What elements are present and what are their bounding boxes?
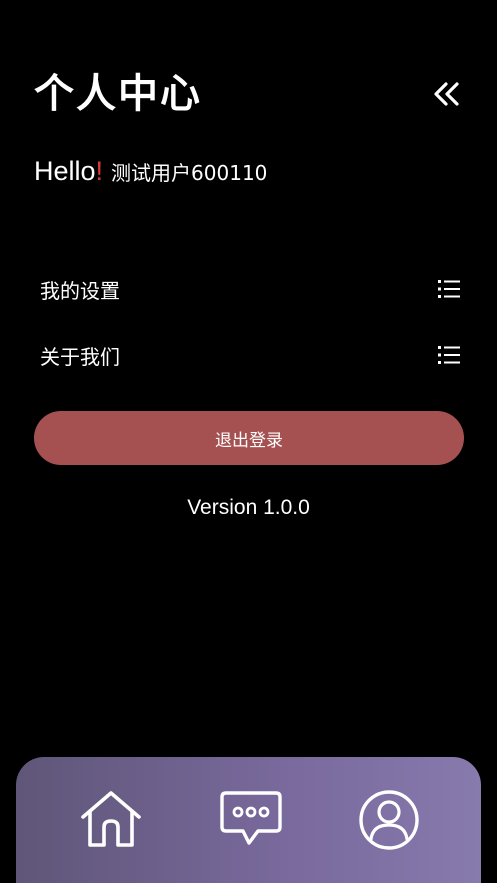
bottom-nav [16,757,481,883]
home-icon[interactable] [78,787,144,853]
greeting-hello: Hello [34,156,96,186]
greeting-exclamation: ! [95,156,104,186]
version-text: Version 1.0.0 [187,496,310,519]
page-title: 个人中心 [34,71,202,117]
username: 测试用户600110 [111,161,268,185]
logout-button[interactable]: 退出登录 [34,411,464,465]
menu-item-label: 我的设置 [40,278,120,303]
menu-item-label: 关于我们 [40,344,120,369]
double-chevron-left-icon[interactable] [430,78,462,110]
menu-item-about[interactable]: 关于我们 [40,335,460,375]
list-icon [438,346,460,364]
user-icon[interactable] [356,787,422,853]
menu-item-settings[interactable]: 我的设置 [40,269,460,309]
greeting: Hello ! 测试用户600110 [34,156,267,192]
list-icon [438,280,460,298]
message-icon[interactable] [218,787,284,853]
